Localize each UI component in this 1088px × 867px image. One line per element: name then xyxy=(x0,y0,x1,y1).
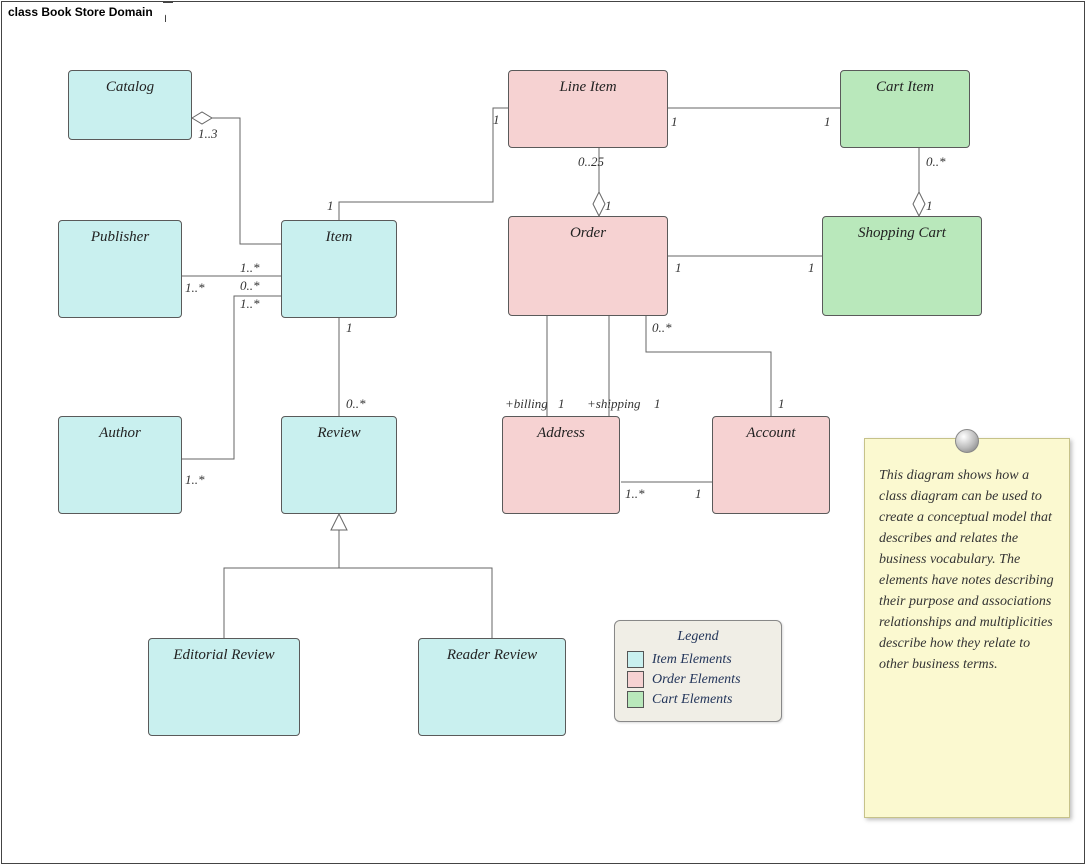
mult-label: 0..25 xyxy=(578,154,604,170)
mult-label: 1 xyxy=(654,396,661,412)
mult-label: 1 xyxy=(671,114,678,130)
class-editorial-review[interactable]: Editorial Review xyxy=(148,638,300,736)
mult-label: 1..3 xyxy=(198,126,218,142)
class-publisher[interactable]: Publisher xyxy=(58,220,182,318)
class-line-item[interactable]: Line Item xyxy=(508,70,668,148)
mult-label: 1 xyxy=(695,486,702,502)
legend-title: Legend xyxy=(627,629,769,645)
mult-label: +shipping xyxy=(587,396,641,412)
mult-label: 1..* xyxy=(185,472,205,488)
pin-icon xyxy=(955,429,979,453)
diagram-frame: class Book Store Domain xyxy=(1,1,1085,864)
mult-label: 1 xyxy=(327,198,334,214)
legend-cart-label: Cart Elements xyxy=(652,692,733,708)
class-author[interactable]: Author xyxy=(58,416,182,514)
class-order[interactable]: Order xyxy=(508,216,668,316)
mult-label: 0..* xyxy=(240,278,260,294)
mult-label: 1..* xyxy=(240,296,260,312)
sticky-note: This diagram shows how a class diagram c… xyxy=(864,438,1070,818)
mult-label: 1..* xyxy=(240,260,260,276)
mult-label: 1 xyxy=(778,396,785,412)
mult-label: 1 xyxy=(346,320,353,336)
mult-label: 0..* xyxy=(926,154,946,170)
mult-label: 1 xyxy=(675,260,682,276)
diagram-title: class Book Store Domain xyxy=(1,1,166,22)
class-catalog[interactable]: Catalog xyxy=(68,70,192,140)
mult-label: 1 xyxy=(808,260,815,276)
class-shopping-cart[interactable]: Shopping Cart xyxy=(822,216,982,316)
legend: Legend Item Elements Order Elements Cart… xyxy=(614,620,782,722)
class-review[interactable]: Review xyxy=(281,416,397,514)
note-text: This diagram shows how a class diagram c… xyxy=(879,468,1054,672)
mult-label: 0..* xyxy=(652,320,672,336)
mult-label: 1 xyxy=(824,114,831,130)
legend-item-label: Item Elements xyxy=(652,652,732,668)
class-item[interactable]: Item xyxy=(281,220,397,318)
mult-label: 1 xyxy=(605,198,612,214)
swatch-order xyxy=(627,671,644,688)
class-cart-item[interactable]: Cart Item xyxy=(840,70,970,148)
mult-label: +billing xyxy=(505,396,548,412)
mult-label: 1 xyxy=(558,396,565,412)
mult-label: 1..* xyxy=(625,486,645,502)
legend-order-label: Order Elements xyxy=(652,672,741,688)
mult-label: 1..* xyxy=(185,280,205,296)
class-address[interactable]: Address xyxy=(502,416,620,514)
class-account[interactable]: Account xyxy=(712,416,830,514)
swatch-cart xyxy=(627,691,644,708)
swatch-item xyxy=(627,651,644,668)
mult-label: 1 xyxy=(493,112,500,128)
mult-label: 0..* xyxy=(346,396,366,412)
mult-label: 1 xyxy=(926,198,933,214)
class-reader-review[interactable]: Reader Review xyxy=(418,638,566,736)
